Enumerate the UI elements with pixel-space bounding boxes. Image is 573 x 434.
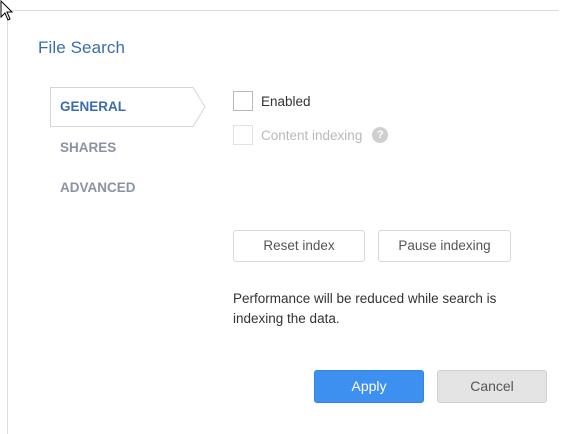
cancel-button[interactable]: Cancel [437,370,547,403]
tab-advanced-label: ADVANCED [60,180,136,195]
enabled-label: Enabled [261,93,311,109]
tab-shares-label: SHARES [60,140,117,155]
content-indexing-checkbox [233,125,253,145]
enabled-checkbox[interactable] [233,91,253,111]
mouse-pointer-icon [0,0,14,21]
tab-general-label: GENERAL [60,99,127,114]
tab-advanced[interactable]: ADVANCED [50,168,210,208]
tab-general[interactable]: GENERAL [50,87,210,127]
reset-index-button[interactable]: Reset index [233,230,365,262]
content-indexing-row: Content indexing ? [233,124,389,146]
dialog-top-border [7,10,559,11]
dialog-title: File Search [38,38,126,57]
question-mark-icon[interactable]: ? [372,127,389,143]
content-indexing-label: Content indexing [261,127,363,143]
performance-note: Performance will be reduced while search… [233,291,497,326]
enabled-row: Enabled [233,90,311,112]
apply-button[interactable]: Apply [314,370,424,403]
tab-shares[interactable]: SHARES [50,128,210,168]
pause-indexing-button[interactable]: Pause indexing [378,230,511,262]
dialog-left-border [7,10,8,434]
file-search-dialog: File Search GENERAL SHARES ADVANCED Enab… [0,0,573,434]
